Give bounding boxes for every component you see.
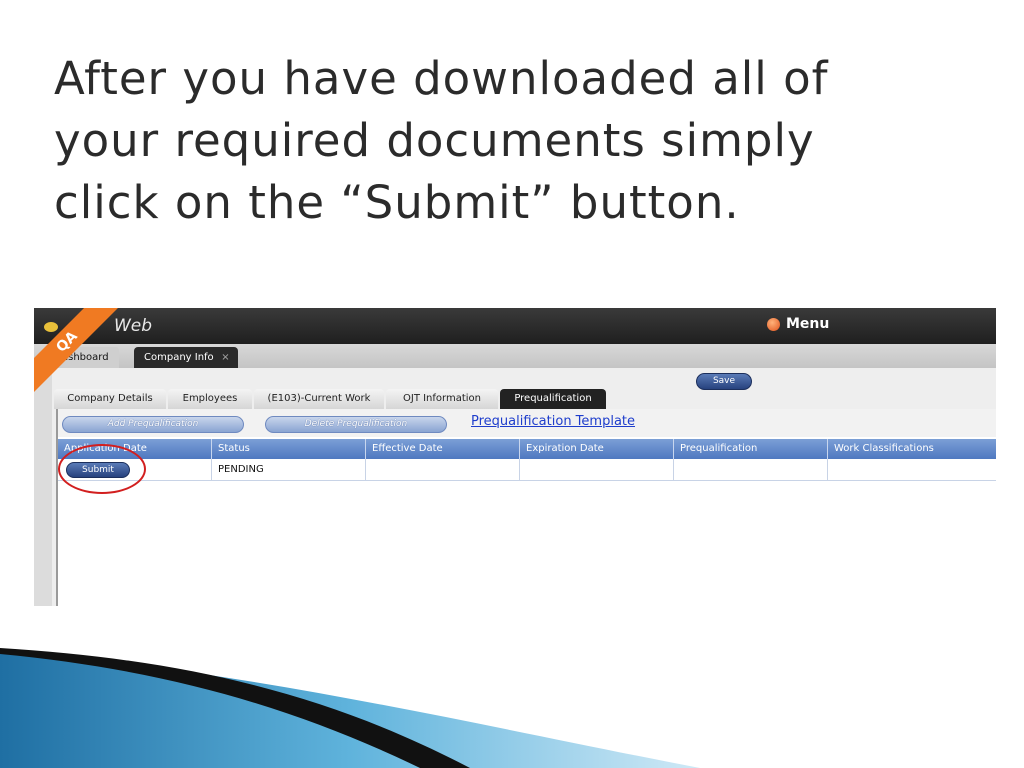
tab-ojt-information[interactable]: OJT Information bbox=[386, 389, 498, 409]
work-classifications-cell bbox=[828, 459, 996, 480]
menu-label: Menu bbox=[786, 316, 830, 332]
column-header[interactable]: Effective Date bbox=[366, 439, 520, 459]
grid-header: Application Date Status Effective Date E… bbox=[58, 439, 996, 459]
add-prequalification-button[interactable]: Add Prequalification bbox=[62, 416, 244, 433]
content-area: Save Company Details Employees (E103)-Cu… bbox=[52, 368, 996, 606]
tab-employees[interactable]: Employees bbox=[168, 389, 252, 409]
tab-company-info[interactable]: Company Info × bbox=[134, 347, 238, 368]
slide-title-line: click on the “Submit” button. bbox=[54, 176, 740, 229]
expiration-date-cell bbox=[520, 459, 674, 480]
main-tabstrip: ashboard Company Info × bbox=[34, 344, 996, 368]
status-cell: PENDING bbox=[212, 459, 366, 480]
menu-orb-icon bbox=[767, 317, 780, 331]
column-header[interactable]: Prequalification bbox=[674, 439, 828, 459]
prequalification-template-link[interactable]: Prequalification Template bbox=[471, 414, 635, 429]
app-brand: Web bbox=[114, 316, 153, 336]
column-header[interactable]: Expiration Date bbox=[520, 439, 674, 459]
action-bar: Add Prequalification Delete Prequalifica… bbox=[58, 409, 996, 437]
tab-current-work[interactable]: (E103)-Current Work bbox=[254, 389, 384, 409]
save-button[interactable]: Save bbox=[696, 373, 752, 390]
prequalification-cell bbox=[674, 459, 828, 480]
tab-company-info-label: Company Info bbox=[144, 352, 214, 363]
prequalification-panel: Add Prequalification Delete Prequalifica… bbox=[56, 409, 996, 606]
decorative-swoosh bbox=[0, 648, 700, 768]
slide-title-line: your required documents simply bbox=[54, 114, 815, 167]
logo-icon bbox=[44, 322, 58, 332]
slide-title: After you have downloaded all of your re… bbox=[54, 48, 954, 234]
highlight-circle bbox=[58, 444, 146, 494]
close-icon[interactable]: × bbox=[221, 347, 229, 368]
column-header[interactable]: Work Classifications bbox=[828, 439, 996, 459]
tab-prequalification[interactable]: Prequalification bbox=[500, 389, 606, 409]
table-row[interactable]: Submit PENDING bbox=[58, 459, 996, 481]
tab-company-details[interactable]: Company Details bbox=[54, 389, 166, 409]
slide-title-line: After you have downloaded all of bbox=[54, 52, 829, 105]
menu-button[interactable]: Menu bbox=[767, 316, 829, 332]
column-header[interactable]: Status bbox=[212, 439, 366, 459]
effective-date-cell bbox=[366, 459, 520, 480]
sub-tabstrip: Company Details Employees (E103)-Current… bbox=[54, 389, 996, 409]
app-screenshot: Web Menu QA ashboard Company Info × Save… bbox=[34, 308, 996, 606]
top-bar: Web Menu bbox=[34, 308, 996, 344]
delete-prequalification-button[interactable]: Delete Prequalification bbox=[265, 416, 447, 433]
